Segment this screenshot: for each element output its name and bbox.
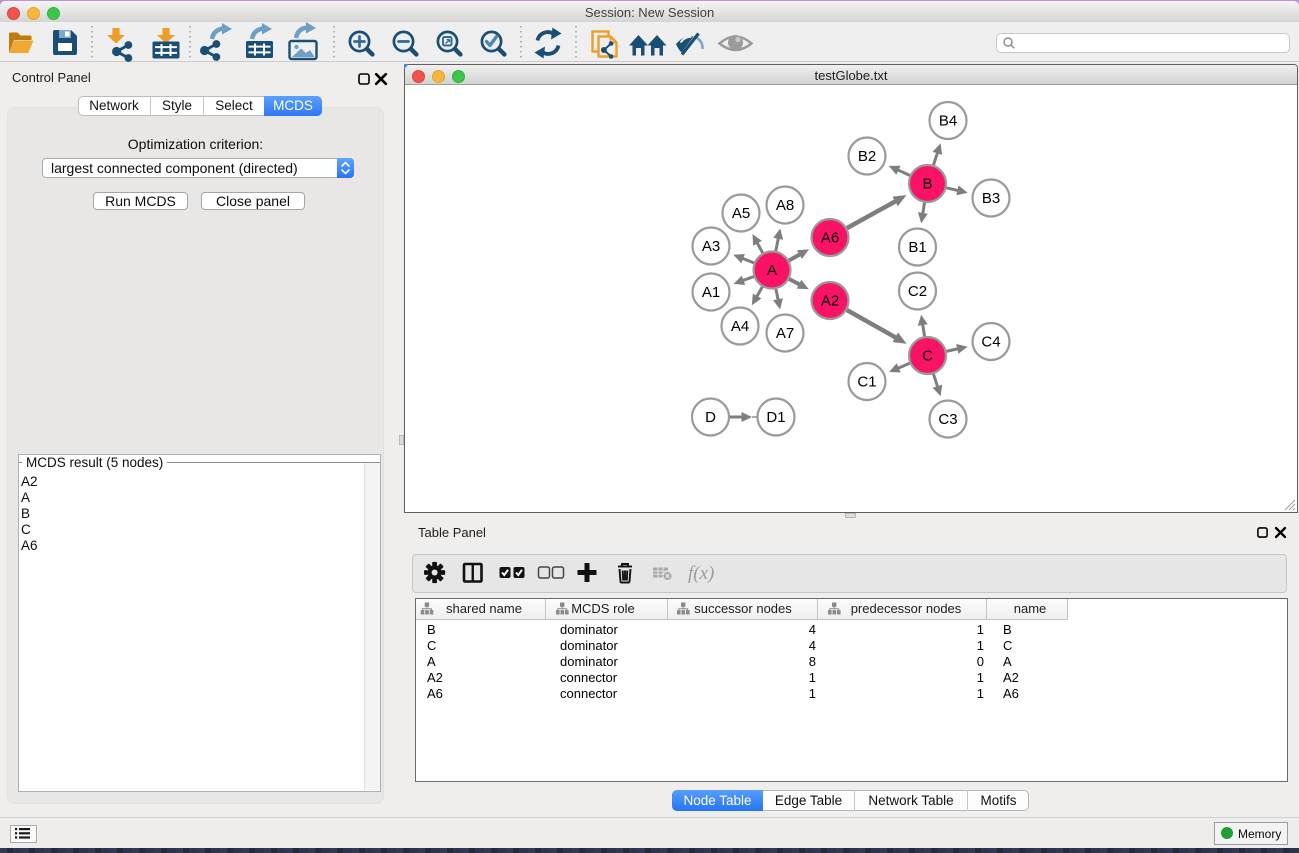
svg-text:B1: B1 — [908, 239, 926, 256]
svg-text:C4: C4 — [981, 334, 1000, 351]
svg-text:C2: C2 — [908, 283, 927, 300]
svg-text:A4: A4 — [731, 318, 749, 335]
svg-text:A5: A5 — [732, 205, 750, 222]
svg-text:B4: B4 — [939, 113, 957, 130]
svg-text:B: B — [922, 176, 932, 193]
svg-text:C3: C3 — [938, 411, 957, 428]
svg-text:B3: B3 — [982, 190, 1000, 207]
svg-text:B2: B2 — [858, 148, 876, 165]
svg-text:A6: A6 — [821, 230, 839, 247]
svg-text:A3: A3 — [702, 238, 720, 255]
svg-text:A8: A8 — [776, 197, 794, 214]
svg-text:C: C — [922, 348, 933, 365]
svg-text:f(x): f(x) — [688, 563, 714, 584]
svg-text:D1: D1 — [766, 409, 785, 426]
svg-text:A7: A7 — [776, 325, 794, 342]
svg-text:D: D — [705, 409, 716, 426]
svg-text:A2: A2 — [821, 293, 839, 310]
svg-text:A: A — [767, 262, 777, 279]
svg-text:C1: C1 — [857, 374, 876, 391]
svg-text:A1: A1 — [702, 284, 720, 301]
